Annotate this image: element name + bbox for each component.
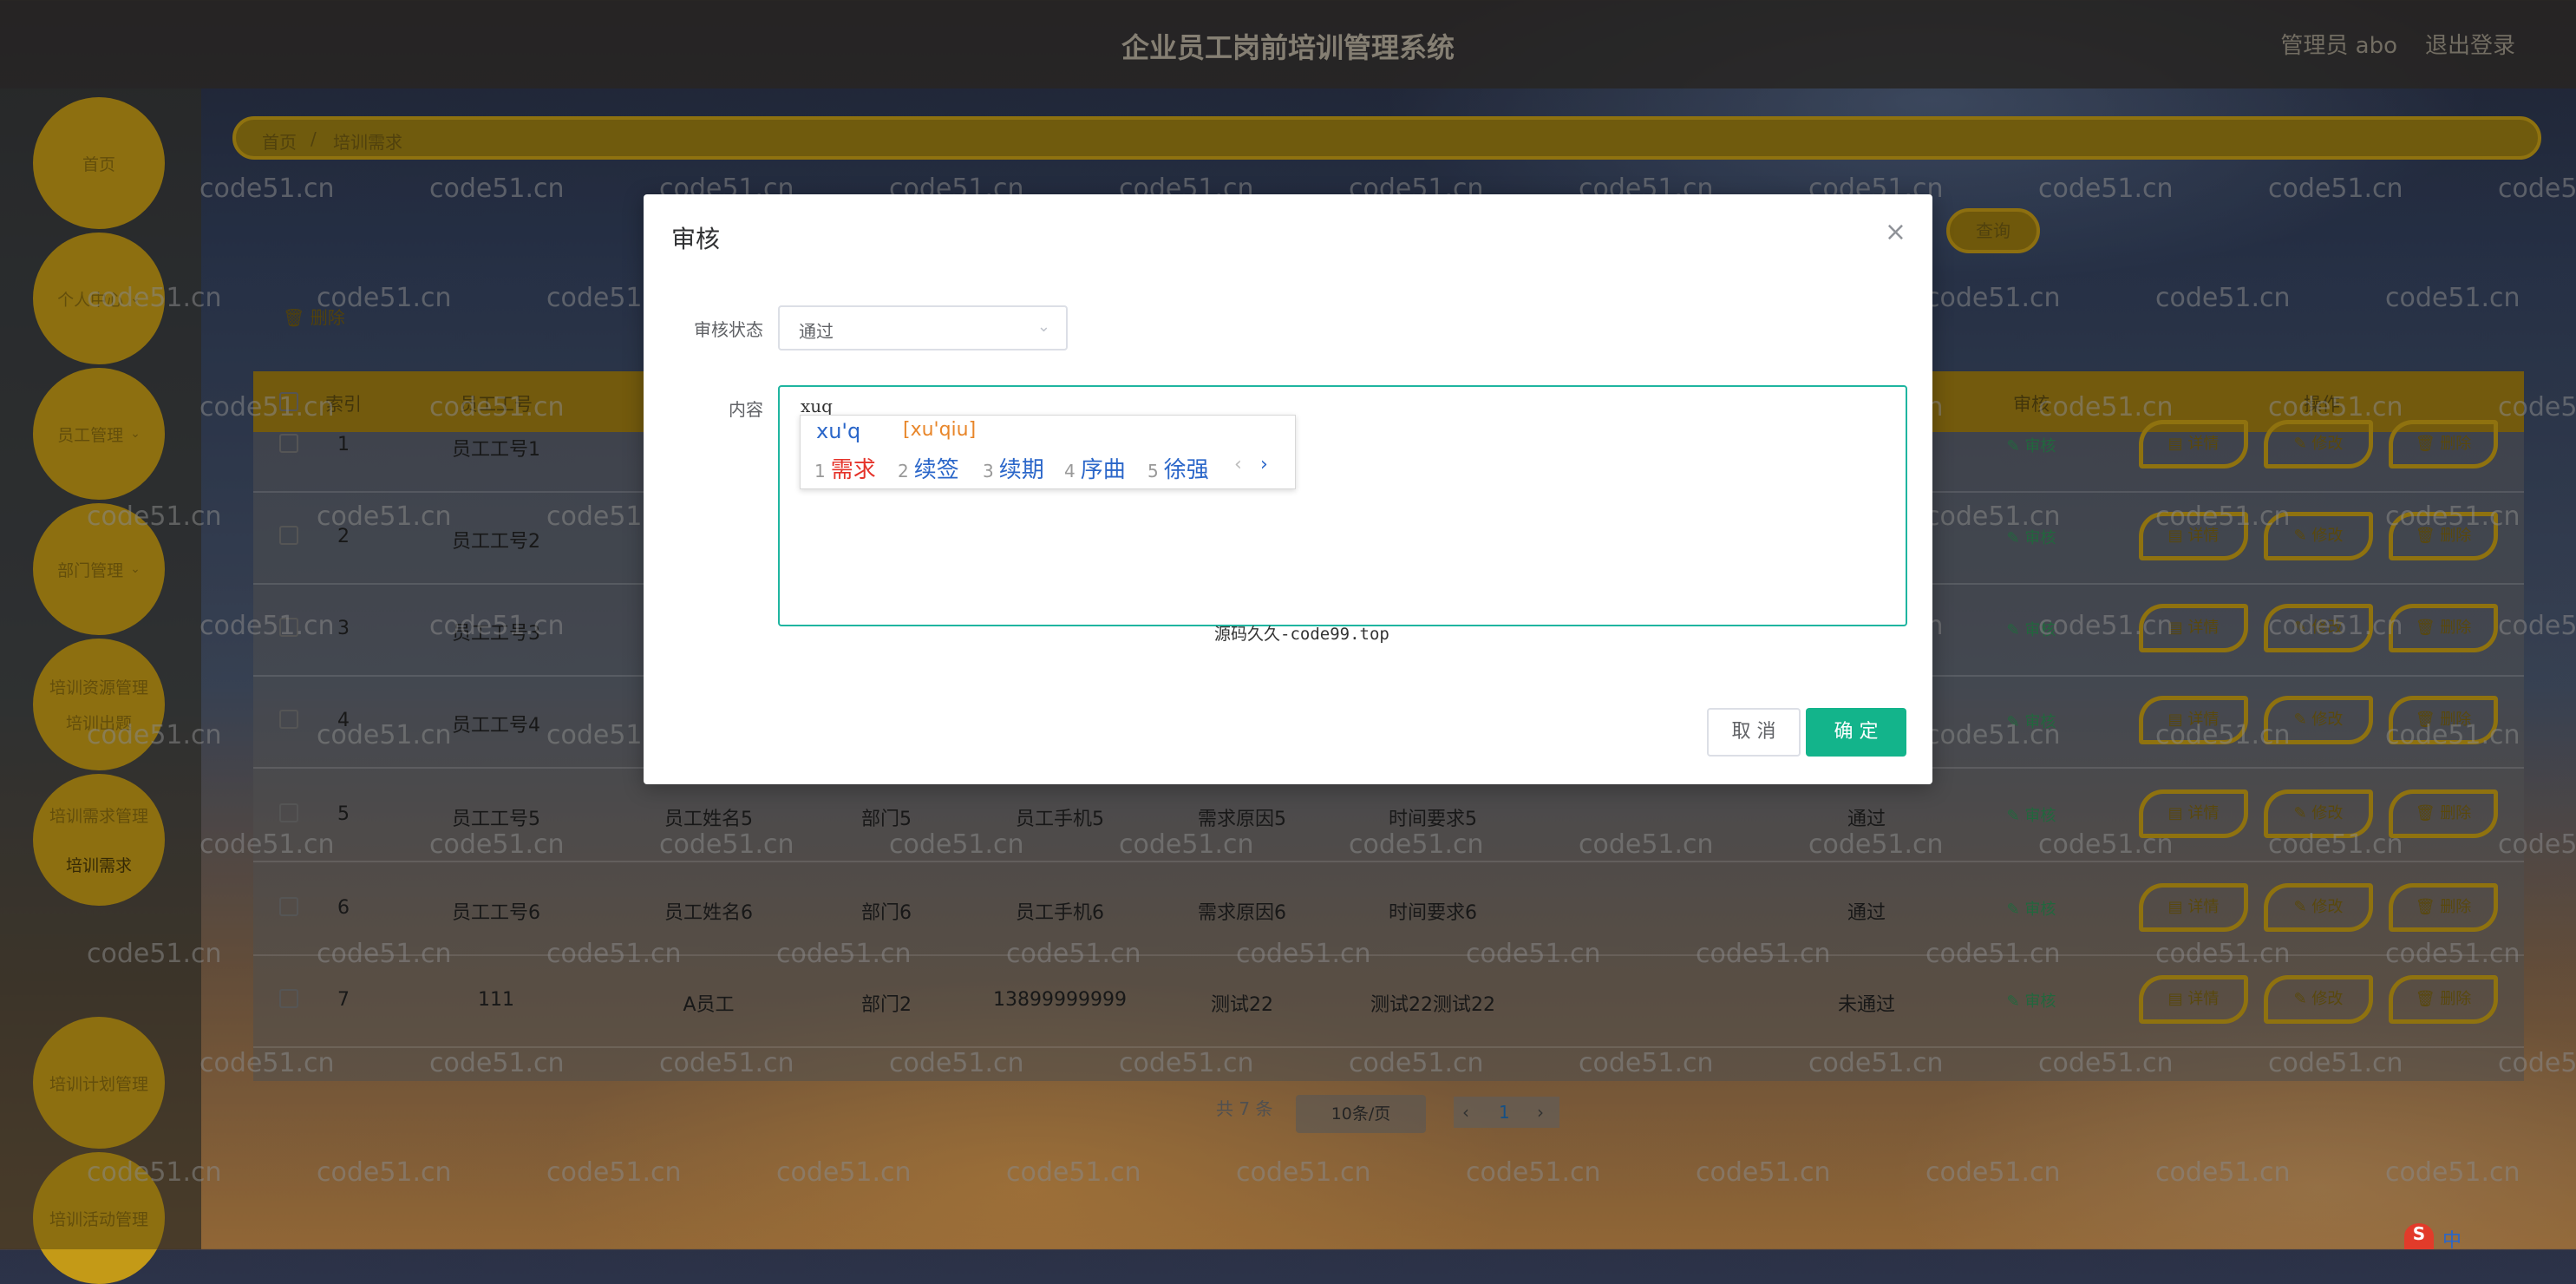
status-select[interactable]: 通过 ⌄ bbox=[778, 305, 1068, 350]
ime-pinyin: xu'q bbox=[816, 419, 861, 443]
status-label: 审核状态 bbox=[694, 319, 763, 340]
ime-mode-indicator: 中 bbox=[2442, 1230, 2462, 1252]
ime-prev-icon[interactable]: ‹ bbox=[1234, 454, 1242, 475]
sogou-icon: S bbox=[2404, 1223, 2434, 1249]
ime-next-icon[interactable]: › bbox=[1260, 454, 1268, 475]
ime-candidate-1[interactable]: 1 需求 bbox=[814, 452, 876, 484]
dialog-title: 审核 bbox=[671, 225, 721, 253]
status-select-value: 通过 bbox=[799, 321, 834, 342]
content-label: 内容 bbox=[729, 399, 763, 420]
ime-candidate-3[interactable]: 3 续期 bbox=[983, 452, 1044, 484]
content-text: xuq bbox=[801, 396, 833, 416]
ime-hint: [xu'qiu] bbox=[903, 419, 977, 441]
ime-candidate-popup: xu'q [xu'qiu] 1 需求 2 续签 3 续期 4 序曲 5 徐强 ‹ › bbox=[800, 415, 1296, 489]
source-note: 源码久久-code99.top bbox=[1214, 625, 1389, 644]
ime-candidate-5[interactable]: 5 徐强 bbox=[1147, 452, 1209, 484]
ime-candidate-4[interactable]: 4 序曲 bbox=[1064, 452, 1126, 484]
cancel-button[interactable]: 取 消 bbox=[1707, 708, 1801, 757]
ime-tray[interactable]: S 中 bbox=[2404, 1223, 2576, 1252]
close-icon[interactable]: × bbox=[1885, 217, 1906, 247]
ime-candidate-2[interactable]: 2 续签 bbox=[898, 452, 959, 484]
chevron-down-icon: ⌄ bbox=[1036, 318, 1050, 336]
confirm-button[interactable]: 确 定 bbox=[1806, 708, 1906, 757]
audit-dialog: 审核 × 审核状态 通过 ⌄ 内容 xuq xu'q [xu'qiu] 1 需求 … bbox=[644, 194, 1932, 784]
